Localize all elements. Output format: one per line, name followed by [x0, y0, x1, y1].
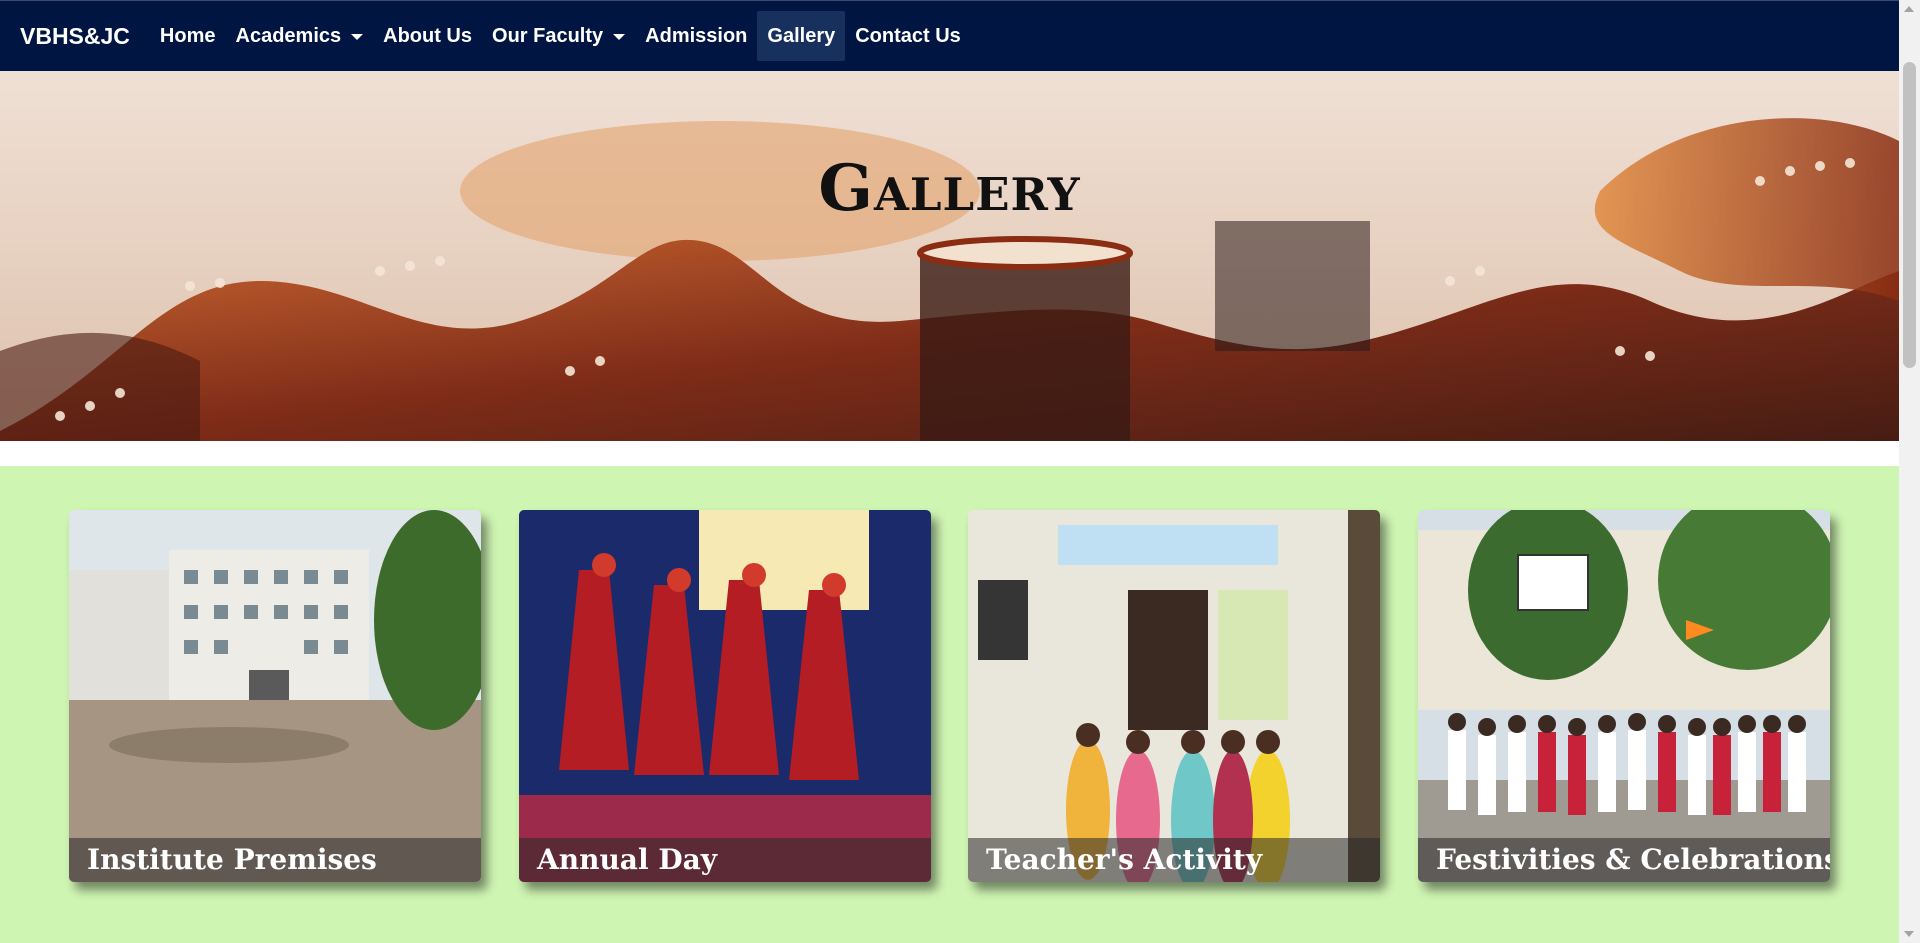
- page-title: Gallery: [818, 151, 1081, 226]
- gallery-card-institute-premises[interactable]: Institute Premises: [69, 510, 481, 882]
- scroll-up-icon[interactable]: [1904, 6, 1914, 12]
- page-scrollbar[interactable]: [1899, 0, 1920, 943]
- card-caption: Teacher's Activity: [968, 838, 1380, 882]
- scroll-down-icon[interactable]: [1904, 931, 1914, 937]
- card-caption: Institute Premises: [69, 838, 481, 882]
- celebration-group-photo: [1418, 510, 1830, 882]
- school-building-photo: [69, 510, 481, 882]
- gallery-card-annual-day[interactable]: Annual Day: [519, 510, 931, 882]
- dance-performance-photo: [519, 510, 931, 882]
- nav-academics-label: Academics: [235, 24, 342, 47]
- nav-about-label: About Us: [383, 24, 473, 47]
- caret-down-icon: [351, 34, 364, 40]
- nav-contact-us[interactable]: Contact Us: [845, 11, 971, 61]
- nav-admission-label: Admission: [645, 24, 748, 47]
- gallery-section: Institute Premises Annual Day Teacher's: [0, 466, 1899, 943]
- nav-contact-label: Contact Us: [855, 24, 961, 47]
- nav-home-label: Home: [159, 24, 216, 47]
- caret-down-icon: [613, 34, 626, 40]
- nav-gallery[interactable]: Gallery: [757, 11, 846, 61]
- nav-academics-dropdown[interactable]: Academics: [226, 11, 374, 61]
- card-caption: Festivities & Celebrations: [1418, 838, 1830, 882]
- top-navbar: VBHS&JC Home Academics About Us Our Facu…: [0, 0, 1899, 71]
- nav-gallery-label: Gallery: [767, 24, 836, 47]
- nav-our-faculty-dropdown[interactable]: Our Faculty: [482, 11, 635, 61]
- teachers-group-photo: [968, 510, 1380, 882]
- gallery-card-festivities-celebrations[interactable]: Festivities & Celebrations: [1418, 510, 1830, 882]
- scrollbar-thumb[interactable]: [1903, 62, 1916, 368]
- card-caption: Annual Day: [519, 838, 931, 882]
- nav-about-us[interactable]: About Us: [373, 11, 482, 61]
- brand-logo[interactable]: VBHS&JC: [20, 23, 130, 50]
- nav-home[interactable]: Home: [150, 11, 226, 61]
- nav-admission[interactable]: Admission: [635, 11, 757, 61]
- nav-faculty-label: Our Faculty: [492, 24, 604, 47]
- gallery-card-teachers-activity[interactable]: Teacher's Activity: [968, 510, 1380, 882]
- hero-banner: Gallery: [0, 71, 1899, 441]
- film-reel-image: [0, 118, 1899, 441]
